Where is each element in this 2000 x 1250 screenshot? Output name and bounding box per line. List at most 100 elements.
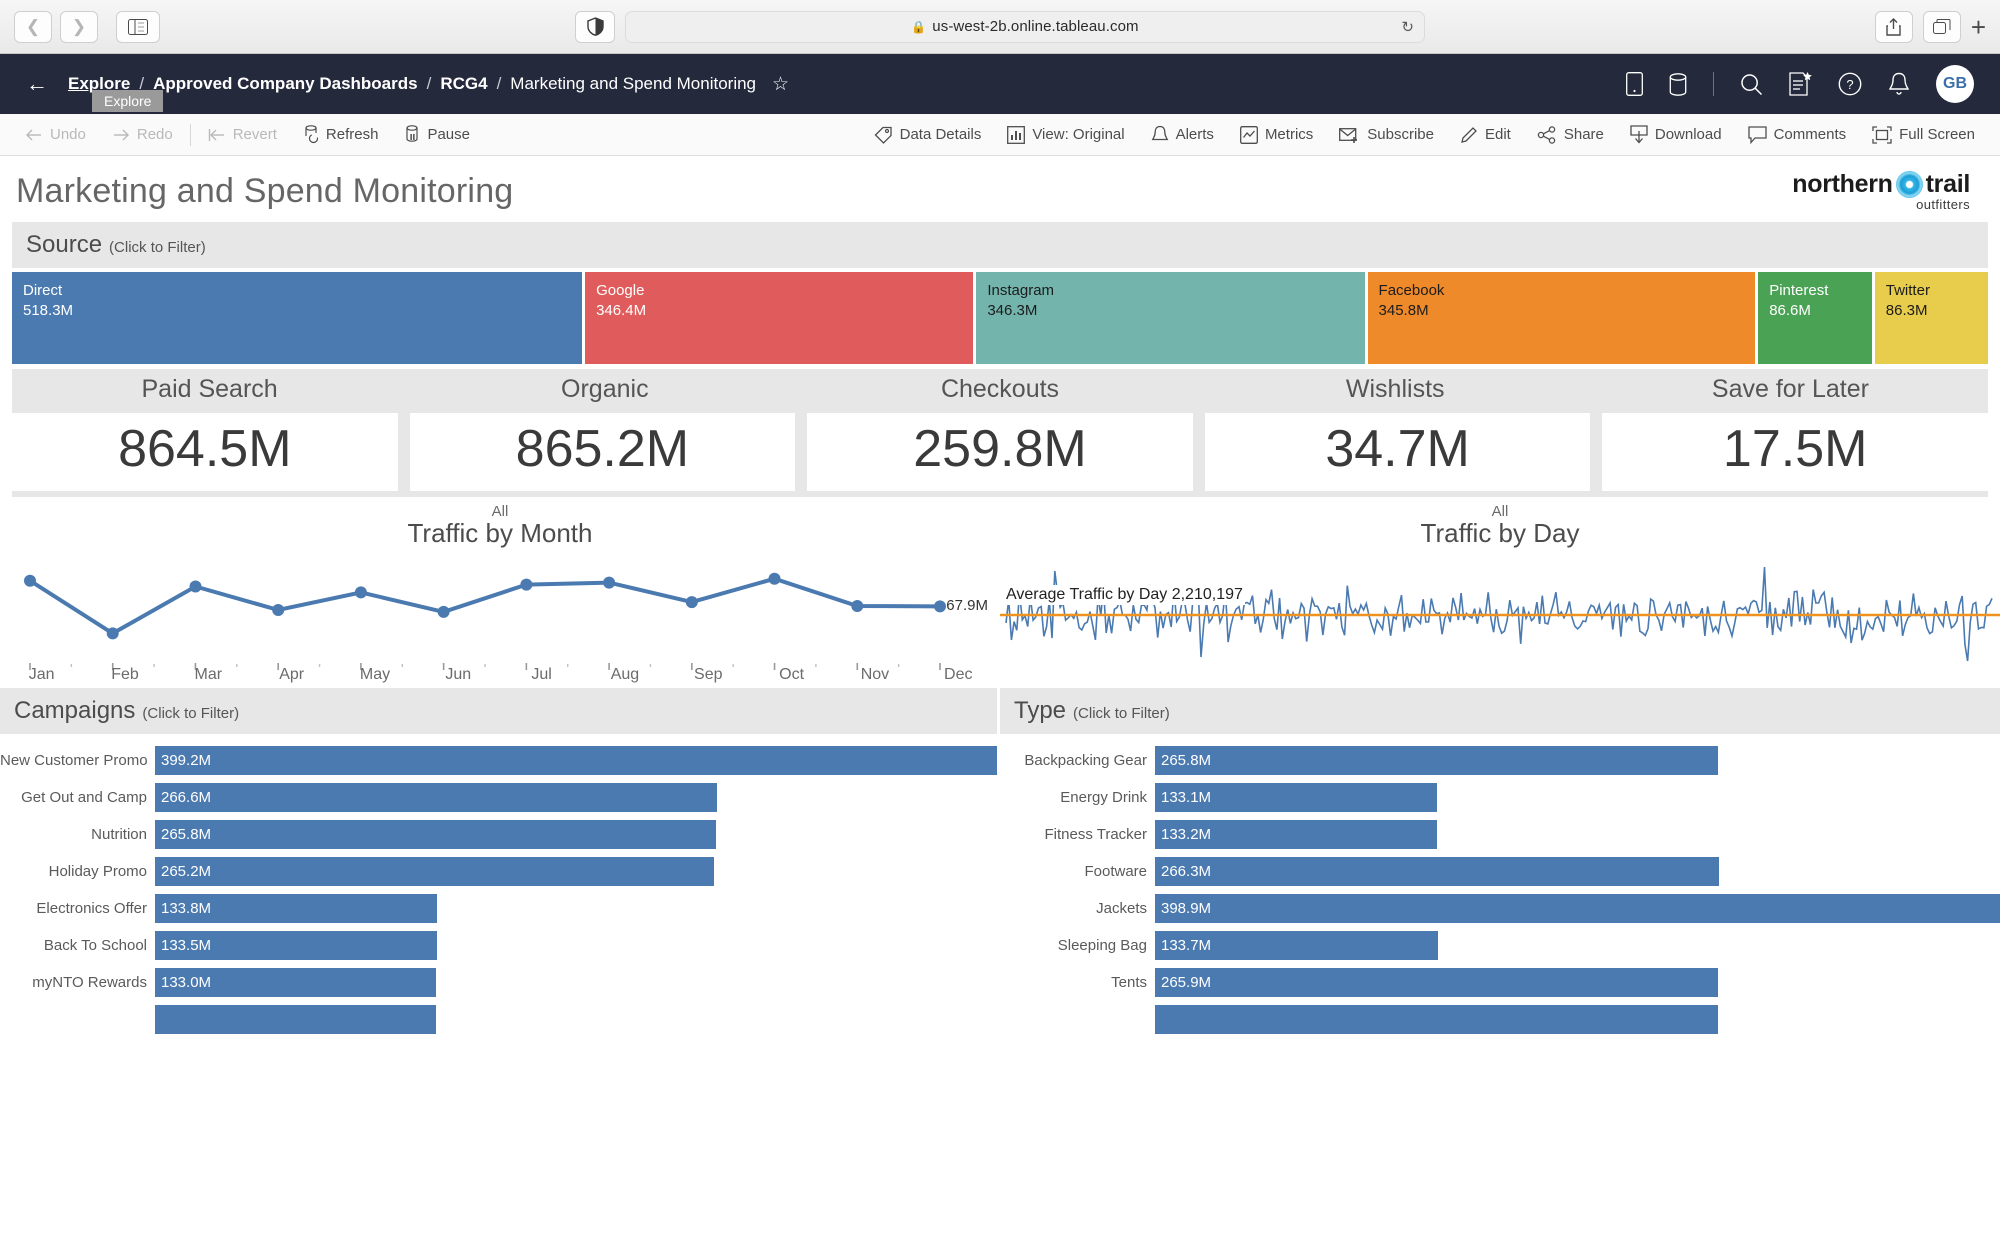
source-tile-label: Pinterest bbox=[1769, 282, 1829, 299]
type-bar[interactable]: 265.9M bbox=[1155, 968, 1719, 997]
campaign-row-partial[interactable] bbox=[0, 1001, 997, 1037]
comments-button[interactable]: Comments bbox=[1735, 114, 1860, 155]
kpi-value[interactable]: 864.5M bbox=[12, 413, 398, 491]
download-button[interactable]: Download bbox=[1617, 114, 1735, 155]
undo-button[interactable]: Undo bbox=[12, 114, 99, 155]
type-track: 265.8M bbox=[1155, 746, 2000, 775]
reload-icon[interactable]: ↻ bbox=[1401, 18, 1414, 36]
kpi-value[interactable]: 34.7M bbox=[1204, 413, 1591, 491]
metrics-button[interactable]: Metrics bbox=[1227, 114, 1326, 155]
tab-overview-icon[interactable] bbox=[1922, 10, 1961, 43]
type-row[interactable]: Energy Drink 133.1M bbox=[1000, 779, 2000, 816]
full-screen-label: Full Screen bbox=[1899, 126, 1975, 143]
month-tick-label: Jul bbox=[531, 666, 552, 683]
campaign-bar[interactable]: 133.8M bbox=[155, 894, 438, 923]
kpi-value[interactable]: 865.2M bbox=[409, 413, 796, 491]
type-bar[interactable]: 266.3M bbox=[1155, 857, 1720, 886]
data-source-icon[interactable] bbox=[1669, 72, 1687, 96]
source-tile[interactable]: Pinterest 86.6M bbox=[1758, 272, 1872, 364]
toolbar-divider bbox=[189, 123, 191, 146]
campaign-row[interactable]: myNTO Rewards 133.0M bbox=[0, 964, 997, 1001]
breadcrumb-sep-3: / bbox=[496, 74, 502, 93]
kpi-value[interactable]: 259.8M bbox=[807, 413, 1193, 491]
share-icon[interactable] bbox=[1874, 10, 1913, 43]
help-icon[interactable]: ? bbox=[1838, 72, 1862, 96]
source-panel: Source (Click to Filter) Direct 518.3M Goo… bbox=[12, 222, 1989, 364]
campaign-track-partial bbox=[155, 1004, 997, 1034]
search-icon[interactable] bbox=[1740, 73, 1763, 96]
type-row-partial[interactable] bbox=[1000, 1001, 2000, 1037]
type-row[interactable]: Fitness Tracker 133.2M bbox=[1000, 816, 2000, 853]
browser-back-button[interactable]: ❮ bbox=[14, 10, 52, 43]
svg-text:?: ? bbox=[1846, 77, 1853, 92]
revert-button[interactable]: Revert bbox=[195, 114, 290, 155]
type-bar-partial[interactable] bbox=[1155, 1004, 1719, 1034]
refresh-button[interactable]: Refresh bbox=[290, 114, 392, 155]
type-row[interactable]: Footware 266.3M bbox=[1000, 853, 2000, 890]
new-tab-icon[interactable]: + bbox=[1971, 14, 1986, 40]
campaign-bar[interactable]: 266.6M bbox=[155, 783, 718, 812]
source-tile[interactable]: Direct 518.3M bbox=[12, 272, 583, 364]
mobile-layout-icon[interactable] bbox=[1626, 72, 1643, 96]
traffic-by-month-chart[interactable]: All Traffic by Month 67.9M Jan Feb Mar Apr M… bbox=[0, 503, 1000, 684]
view-original-button[interactable]: View: Original bbox=[994, 114, 1137, 155]
redo-button[interactable]: Redo bbox=[99, 114, 186, 155]
sidebar-toggle-icon[interactable] bbox=[116, 10, 160, 43]
type-row[interactable]: Sleeping Bag 133.7M bbox=[1000, 927, 2000, 964]
subscribe-button[interactable]: Subscribe bbox=[1326, 114, 1447, 155]
breadcrumb-project[interactable]: RCG4 bbox=[440, 74, 487, 94]
view-original-label: View: Original bbox=[1032, 126, 1125, 143]
source-tile[interactable]: Instagram 346.3M bbox=[976, 272, 1365, 364]
campaign-bar[interactable]: 133.5M bbox=[155, 931, 437, 960]
campaign-value: 133.8M bbox=[161, 900, 212, 917]
browser-forward-button[interactable]: ❯ bbox=[60, 10, 98, 43]
campaign-track: 133.0M bbox=[155, 968, 997, 997]
campaign-row[interactable]: Back To School 133.5M bbox=[0, 927, 997, 964]
campaign-row[interactable]: New Customer Promo 399.2M bbox=[0, 742, 997, 779]
avatar[interactable]: GB bbox=[1936, 65, 1974, 103]
type-row[interactable]: Jackets 398.9M bbox=[1000, 890, 2000, 927]
breadcrumb-folder[interactable]: Approved Company Dashboards bbox=[153, 74, 418, 94]
campaign-bar[interactable]: 265.8M bbox=[155, 820, 716, 849]
nav-back-arrow-icon[interactable]: ← bbox=[26, 71, 48, 97]
logo-subtitle: outfitters bbox=[1916, 197, 1970, 212]
custom-views-icon[interactable] bbox=[1789, 72, 1812, 96]
campaign-row[interactable]: Nutrition 265.8M bbox=[0, 816, 997, 853]
type-row[interactable]: Backpacking Gear 265.8M bbox=[1000, 742, 2000, 779]
campaign-row[interactable]: Holiday Promo 265.2M bbox=[0, 853, 997, 890]
alerts-button[interactable]: Alerts bbox=[1138, 114, 1227, 155]
share-button[interactable]: Share bbox=[1524, 114, 1617, 155]
campaign-bar-partial[interactable] bbox=[155, 1004, 436, 1034]
url-input[interactable]: 🔒 us-west-2b.online.tableau.com ↻ bbox=[625, 10, 1425, 43]
day-chart-plot[interactable]: Average Traffic by Day 2,210,197 bbox=[1000, 549, 2000, 681]
type-bar-list: Backpacking Gear 265.8M Energy Drink 133.1M… bbox=[1000, 734, 2000, 1037]
type-bar[interactable]: 265.8M bbox=[1155, 746, 1719, 775]
campaign-track: 133.5M bbox=[155, 931, 997, 960]
type-bar[interactable]: 133.2M bbox=[1155, 820, 1438, 849]
full-screen-button[interactable]: Full Screen bbox=[1859, 114, 1988, 155]
data-details-button[interactable]: Data Details bbox=[861, 114, 995, 155]
type-bar[interactable]: 133.7M bbox=[1155, 931, 1439, 960]
privacy-shield-icon[interactable] bbox=[575, 10, 615, 43]
month-axis-labels: Jan Feb Mar Apr May Jun Jul Aug Sep Oct Nov Dec bbox=[0, 666, 1000, 684]
campaign-bar[interactable]: 265.2M bbox=[155, 857, 715, 886]
campaign-row[interactable]: Get Out and Camp 266.6M bbox=[0, 779, 997, 816]
notifications-icon[interactable] bbox=[1888, 72, 1910, 96]
kpi-value[interactable]: 17.5M bbox=[1602, 413, 1988, 491]
source-tile[interactable]: Google 346.4M bbox=[585, 272, 974, 364]
edit-button[interactable]: Edit bbox=[1447, 114, 1524, 155]
month-chart-plot[interactable]: 67.9M bbox=[0, 549, 1000, 659]
campaign-bar[interactable]: 133.0M bbox=[155, 968, 436, 997]
campaign-bar[interactable]: 399.2M bbox=[155, 746, 997, 775]
campaign-value: 265.8M bbox=[161, 826, 212, 843]
favorite-star-icon[interactable]: ☆ bbox=[772, 73, 789, 96]
type-row[interactable]: Tents 265.9M bbox=[1000, 964, 2000, 1001]
traffic-by-day-chart[interactable]: All Traffic by Day Average Traffic by Da… bbox=[1000, 503, 2000, 684]
source-tile[interactable]: Twitter 86.3M bbox=[1874, 272, 1989, 364]
campaign-row[interactable]: Electronics Offer 133.8M bbox=[0, 890, 997, 927]
source-tile[interactable]: Facebook 345.8M bbox=[1367, 272, 1756, 364]
pause-button[interactable]: Pause bbox=[391, 114, 483, 155]
type-bar[interactable]: 398.9M bbox=[1155, 894, 2000, 923]
type-label: Jackets bbox=[1096, 900, 1147, 917]
type-bar[interactable]: 133.1M bbox=[1155, 783, 1437, 812]
